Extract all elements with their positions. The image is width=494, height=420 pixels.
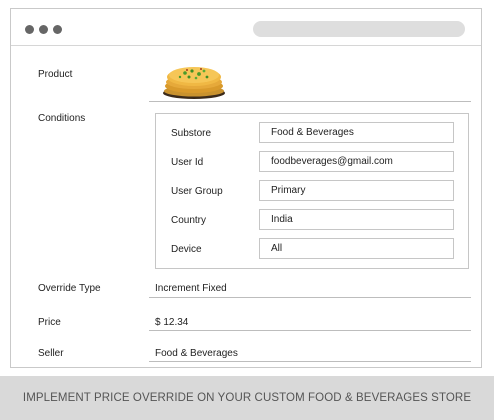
- price-label: Price: [38, 317, 61, 328]
- condition-label: User Group: [171, 186, 223, 197]
- override-type-value[interactable]: Increment Fixed: [155, 283, 227, 294]
- user-group-field[interactable]: Primary: [259, 180, 454, 201]
- conditions-label: Conditions: [38, 113, 86, 124]
- window-titlebar: [11, 9, 481, 46]
- condition-label: Country: [171, 215, 207, 226]
- seller-label: Seller: [38, 348, 64, 359]
- condition-label: Substore: [171, 128, 212, 139]
- condition-label: User Id: [171, 157, 204, 168]
- product-image[interactable]: [159, 58, 229, 102]
- divider: [149, 297, 471, 298]
- device-field[interactable]: All: [259, 238, 454, 259]
- condition-label: Device: [171, 244, 202, 255]
- seller-value[interactable]: Food & Beverages: [155, 348, 238, 359]
- country-field[interactable]: India: [259, 209, 454, 230]
- price-value[interactable]: $ 12.34: [155, 317, 188, 328]
- window-dot-icon: [53, 25, 62, 34]
- divider: [149, 330, 471, 331]
- window-dot-icon: [25, 25, 34, 34]
- caption-banner: IMPLEMENT PRICE OVERRIDE ON YOUR CUSTOM …: [0, 376, 494, 420]
- address-bar[interactable]: [253, 21, 465, 37]
- divider: [149, 361, 471, 362]
- substore-field[interactable]: Food & Beverages: [259, 122, 454, 143]
- conditions-panel: Substore Food & Beverages User Id foodbe…: [155, 113, 469, 269]
- divider: [149, 101, 471, 102]
- window-dot-icon: [39, 25, 48, 34]
- product-label: Product: [38, 69, 73, 80]
- user-id-field[interactable]: foodbeverages@gmail.com: [259, 151, 454, 172]
- browser-window: Product Conditions Substore Food & Bever…: [10, 8, 482, 368]
- override-type-label: Override Type: [38, 283, 101, 294]
